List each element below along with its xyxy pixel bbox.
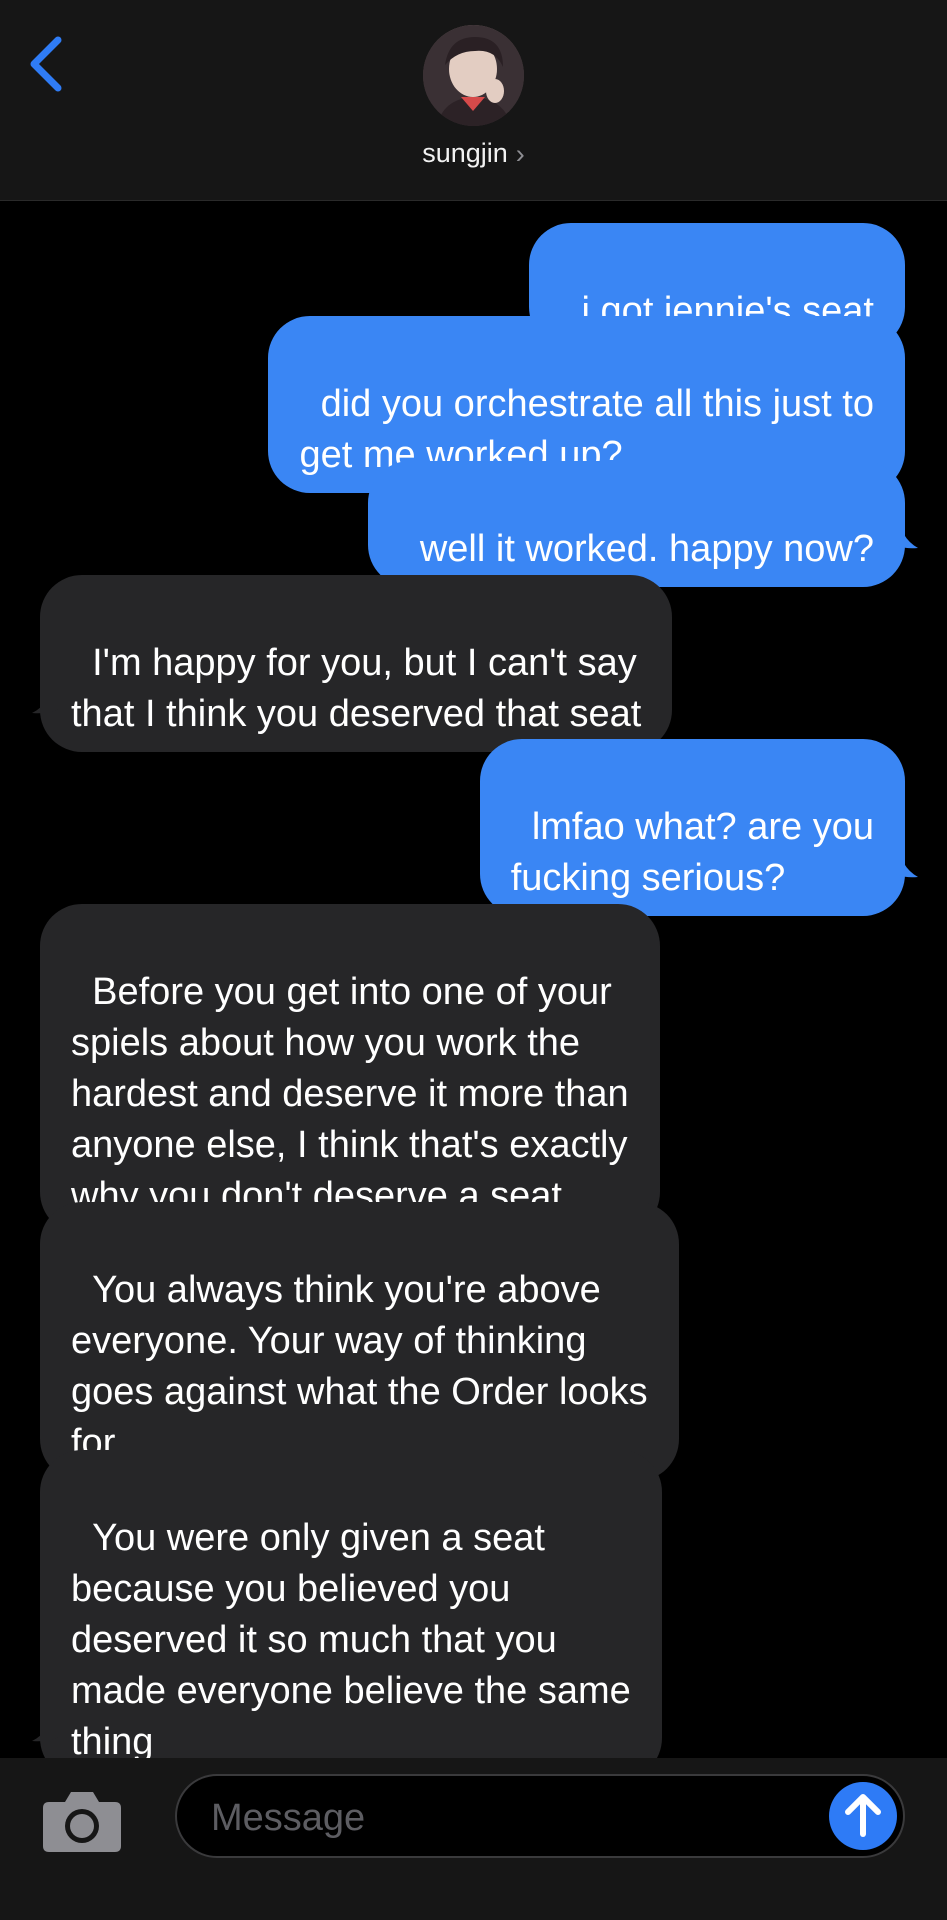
message-text: lmfao what? are you fucking serious? — [510, 806, 874, 899]
contact-avatar[interactable] — [423, 25, 524, 126]
conversation-header: sungjin › — [0, 0, 947, 201]
message-bubble-received[interactable]: Before you get into one of your spiels a… — [40, 904, 660, 1234]
contact-name-button[interactable]: sungjin › — [0, 138, 947, 170]
message-bubble-received[interactable]: You always think you're above everyone. … — [40, 1202, 679, 1481]
camera-button[interactable] — [41, 1788, 123, 1854]
message-text: well it worked. happy now? — [419, 528, 874, 570]
message-text: I'm happy for you, but I can't say that … — [71, 642, 642, 735]
bubble-tail — [32, 679, 66, 714]
chevron-right-icon: › — [515, 139, 525, 170]
bubble-tail — [32, 1707, 66, 1742]
send-button[interactable] — [829, 1782, 897, 1850]
back-button[interactable] — [22, 34, 72, 94]
message-composer — [0, 1758, 947, 1920]
message-input[interactable] — [209, 1794, 793, 1842]
camera-icon — [43, 1792, 121, 1852]
chevron-left-icon — [30, 36, 62, 92]
message-text: Before you get into one of your spiels a… — [71, 971, 629, 1217]
message-text: You were only given a seat because you b… — [71, 1517, 631, 1763]
message-text: You always think you're above everyone. … — [71, 1269, 648, 1464]
message-field[interactable] — [175, 1774, 905, 1858]
message-bubble-received[interactable]: I'm happy for you, but I can't say that … — [40, 575, 673, 752]
message-bubble-received[interactable]: You were only given a seat because you b… — [40, 1450, 662, 1780]
message-bubble-sent[interactable]: lmfao what? are you fucking serious? — [479, 739, 905, 916]
arrow-up-icon — [845, 1794, 881, 1837]
message-bubble-sent[interactable]: well it worked. happy now? — [367, 461, 905, 587]
avatar-photo — [423, 25, 524, 126]
contact-name: sungjin — [422, 138, 508, 168]
bubble-tail — [886, 514, 918, 549]
bubble-tail — [886, 843, 918, 878]
